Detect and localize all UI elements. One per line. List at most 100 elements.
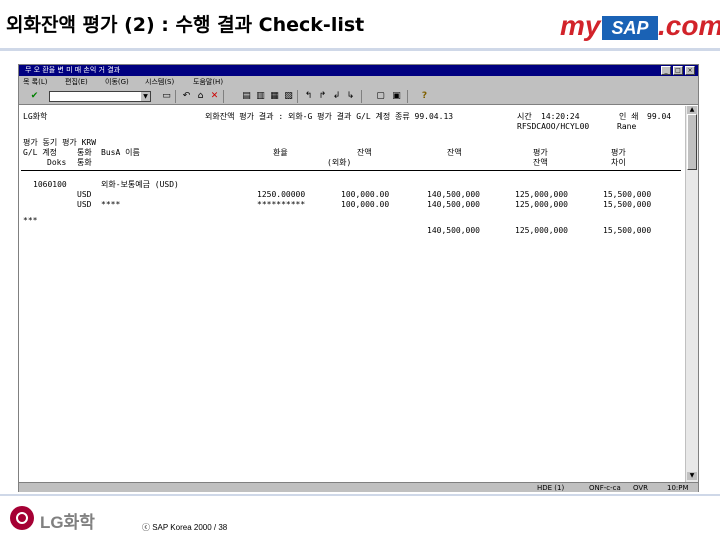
header-underline bbox=[21, 170, 681, 171]
lg-company-name: LG화학 bbox=[40, 513, 95, 532]
menu-help[interactable]: 도움말(H) bbox=[193, 76, 223, 88]
report-title: 외화잔액 평가 결과 : 외화-G 평가 결과 G/L 계정 종류 99.04.… bbox=[205, 112, 454, 121]
menu-bar: 목 록(L) 편집(E) 이동(G) 시스템(S) 도움말(H) ◯ bbox=[19, 76, 698, 98]
shortcut-icon[interactable]: ↳ bbox=[345, 91, 356, 102]
new-session-icon[interactable]: ▢ bbox=[375, 91, 386, 102]
menu-list[interactable]: 목 록(L) bbox=[23, 76, 47, 88]
column-difference: 평가 bbox=[611, 148, 626, 157]
minimize-button[interactable]: _ bbox=[661, 66, 671, 75]
column-currency-2: 통화 bbox=[77, 158, 92, 167]
exit-icon[interactable]: ⌂ bbox=[195, 91, 206, 102]
line-balance: 140,500,000 bbox=[427, 190, 480, 199]
header-divider bbox=[0, 48, 720, 51]
line-rate: 1250.00000 bbox=[257, 190, 306, 199]
line-foreign-amount: 100,000.00 bbox=[341, 200, 390, 209]
standard-toolbar: ✔ ▼ ▭ ↶ ⌂ ✕ ▤ ▥ ▦ ▧ ↰ ↱ ↲ ↳ ▢ ▣ ? bbox=[19, 88, 698, 105]
status-bar: HDE (1) ONF-c-ca OVR 10:PM bbox=[19, 482, 698, 492]
total-valuation: 125,000,000 bbox=[515, 226, 568, 235]
menu-system[interactable]: 시스템(S) bbox=[145, 76, 174, 88]
page-value: 99.04 bbox=[647, 112, 672, 121]
report-output: LG화학 외화잔액 평가 결과 : 외화-G 평가 결과 G/L 계정 종류 9… bbox=[19, 106, 685, 482]
check-icon[interactable]: ✔ bbox=[29, 91, 40, 102]
line-rate: ********** bbox=[257, 200, 306, 209]
logo-my: my bbox=[560, 10, 601, 41]
back-icon[interactable]: ↶ bbox=[181, 91, 192, 102]
logo-com: .com bbox=[658, 10, 720, 41]
line-busa: **** bbox=[101, 200, 121, 209]
sap-window: 무 오 환율 변 미 매 손익 거 결과 _ □ × 목 록(L) 편집(E) … bbox=[18, 64, 699, 492]
scroll-up-icon[interactable]: ▲ bbox=[687, 106, 697, 114]
copyright-notice: ⓒ SAP Korea 2000 / 38 bbox=[142, 523, 228, 532]
account-description: 외화-보통예금 (USD) bbox=[101, 180, 179, 189]
time-label: 시간 bbox=[517, 112, 532, 121]
toolbar-separator bbox=[223, 90, 224, 103]
line-foreign-amount: 100,000.00 bbox=[341, 190, 390, 199]
footer-divider bbox=[0, 494, 720, 496]
slide-title: 외화잔액 평가 (2) : 수행 결과 Check-list bbox=[6, 14, 365, 36]
cancel-icon[interactable]: ✕ bbox=[209, 91, 220, 102]
user-name: Rane bbox=[617, 122, 637, 131]
slide-header: 외화잔액 평가 (2) : 수행 결과 Check-list my SAP .c… bbox=[0, 0, 720, 51]
find-next-icon[interactable]: ▦ bbox=[269, 91, 280, 102]
first-page-icon[interactable]: ▧ bbox=[283, 91, 294, 102]
column-local-balance: 잔액 bbox=[447, 148, 462, 157]
next-page-icon[interactable]: ↱ bbox=[317, 91, 328, 102]
line-difference: 15,500,000 bbox=[603, 190, 652, 199]
last-page-icon[interactable]: ↲ bbox=[331, 91, 342, 102]
status-client: ONF-c-ca bbox=[589, 484, 621, 492]
mysap-logo: my SAP .com bbox=[560, 8, 720, 44]
column-foreign-unit: (외화) bbox=[327, 158, 352, 167]
menu-edit[interactable]: 편집(E) bbox=[65, 76, 88, 88]
create-shortcut-icon[interactable]: ▣ bbox=[391, 91, 402, 102]
column-gl-account: G/L 계정 bbox=[23, 148, 57, 157]
find-icon[interactable]: ▥ bbox=[255, 91, 266, 102]
time-value: 14:20:24 bbox=[541, 112, 580, 121]
line-currency: USD bbox=[77, 200, 92, 209]
line-valuation: 125,000,000 bbox=[515, 190, 568, 199]
column-rate: 환율 bbox=[273, 148, 288, 157]
line-difference: 15,500,000 bbox=[603, 200, 652, 209]
toolbar-separator bbox=[361, 90, 362, 103]
status-mode: OVR bbox=[633, 484, 649, 492]
line-valuation: 125,000,000 bbox=[515, 200, 568, 209]
column-valuation: 평가 bbox=[533, 148, 548, 157]
toolbar-separator bbox=[407, 90, 408, 103]
total-difference: 15,500,000 bbox=[603, 226, 652, 235]
status-time: 10:PM bbox=[667, 484, 689, 492]
save-icon[interactable]: ▭ bbox=[161, 91, 172, 102]
command-field[interactable]: ▼ bbox=[49, 91, 151, 102]
prev-page-icon[interactable]: ↰ bbox=[303, 91, 314, 102]
scroll-thumb[interactable] bbox=[687, 114, 697, 170]
column-foreign-balance: 잔액 bbox=[357, 148, 372, 157]
close-button[interactable]: × bbox=[685, 66, 695, 75]
column-currency: 통화 bbox=[77, 148, 92, 157]
line-balance: 140,500,000 bbox=[427, 200, 480, 209]
lg-face-icon bbox=[10, 506, 34, 530]
report-company: LG화학 bbox=[23, 112, 48, 121]
column-group-header: 평가 동기 평가 KRW bbox=[23, 138, 97, 147]
line-currency: USD bbox=[77, 190, 92, 199]
chevron-down-icon[interactable]: ▼ bbox=[141, 92, 150, 101]
menu-goto[interactable]: 이동(G) bbox=[105, 76, 129, 88]
column-doks: Doks bbox=[47, 158, 67, 167]
vertical-scrollbar[interactable]: ▲ ▼ bbox=[685, 106, 698, 482]
page-label: 인 쇄 bbox=[619, 112, 639, 121]
total-marker: *** bbox=[23, 216, 38, 225]
window-titlebar[interactable]: 무 오 환율 변 미 매 손익 거 결과 _ □ × bbox=[19, 65, 698, 76]
toolbar-separator bbox=[175, 90, 176, 103]
column-busa: BusA 이름 bbox=[101, 148, 140, 157]
toolbar-separator bbox=[297, 90, 298, 103]
scroll-down-icon[interactable]: ▼ bbox=[687, 472, 697, 480]
window-title: 무 오 환율 변 미 매 손익 거 결과 bbox=[25, 66, 121, 74]
column-difference-2: 차이 bbox=[611, 158, 626, 167]
maximize-button[interactable]: □ bbox=[673, 66, 683, 75]
status-system: HDE (1) bbox=[537, 484, 565, 492]
logo-sap: SAP bbox=[602, 16, 658, 40]
account-number: 1060100 bbox=[33, 180, 67, 189]
print-icon[interactable]: ▤ bbox=[241, 91, 252, 102]
total-balance: 140,500,000 bbox=[427, 226, 480, 235]
column-valuation-2: 잔액 bbox=[533, 158, 548, 167]
program-name: RFSDCAOO/HCYL00 bbox=[517, 122, 590, 131]
lg-chem-logo: LG화학 bbox=[10, 506, 110, 532]
help-icon[interactable]: ? bbox=[419, 91, 430, 102]
